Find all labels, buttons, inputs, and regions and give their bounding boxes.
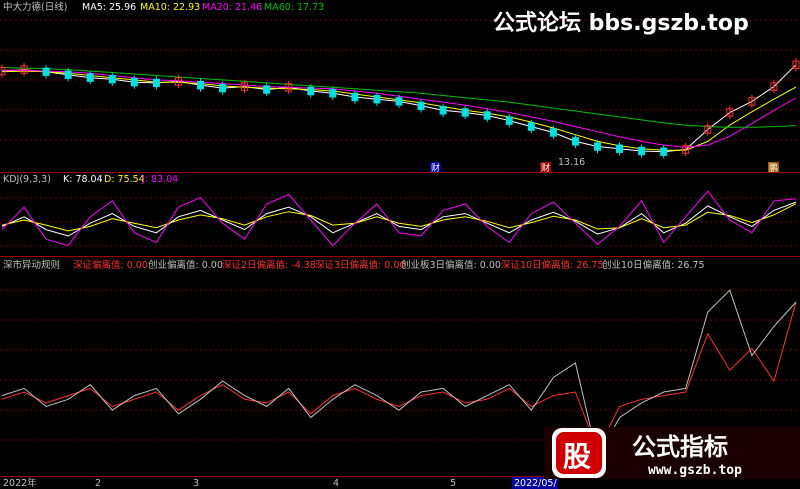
- x-tick-label: 2: [95, 478, 101, 489]
- abnormal-item: 深证3日偏离值: 0.00: [315, 259, 405, 271]
- abnormal-item: 深证2日偏离值: -4.38: [222, 259, 316, 271]
- x-tick-label: 4: [333, 478, 339, 489]
- stock-title: 中大力德(日线): [3, 1, 67, 13]
- candle-body: [219, 83, 227, 93]
- kdj-k-line: [1, 201, 797, 237]
- abnormal-item: 创业偏离值: 0.00: [148, 259, 223, 271]
- candle-body: [395, 97, 403, 106]
- x-tick-label: 5: [450, 478, 456, 489]
- price-ma20-line: [2, 69, 797, 148]
- candle-body: [329, 89, 337, 98]
- watermark-top: 公式论坛 bbs.gszb.top: [493, 10, 749, 36]
- candle-body: [461, 108, 469, 117]
- cursor-date-label: 2022/05/: [514, 478, 557, 489]
- candle-body: [307, 86, 315, 96]
- x-tick-label: 3: [193, 478, 199, 489]
- kdj-j-label: J: 83.04: [141, 174, 178, 185]
- candle-body: [616, 144, 624, 153]
- candle-body: [130, 77, 138, 87]
- candle-body: [483, 111, 491, 120]
- candle-body: [549, 128, 557, 137]
- watermark-badge-text: 股: [563, 440, 591, 473]
- price-ma5-line: [1, 64, 797, 153]
- ma5-label: MA5: 25.96: [82, 2, 136, 13]
- ma10-label: MA10: 22.93: [140, 2, 200, 13]
- abnormal-title: 深市异动规则: [3, 259, 60, 271]
- watermark-bottom-title: 公式指标: [632, 433, 728, 461]
- candle-body: [439, 106, 447, 115]
- candle-body: [594, 142, 601, 151]
- candle-body: [417, 101, 425, 111]
- x-tick-label: 2022年: [3, 477, 37, 489]
- candle-body: [638, 146, 646, 156]
- price-ma10-line: [1, 70, 797, 151]
- stock-chart: 中大力德(日线) MA5: 25.96 MA10: 22.93 MA20: 21…: [0, 1, 800, 489]
- kdj-title: KDJ(9,3,3): [3, 174, 51, 185]
- abnormal-item: 深证偏离值: 0.00: [73, 259, 148, 271]
- event-marker: 财: [431, 162, 440, 174]
- candle-body: [197, 80, 204, 90]
- abnormal-item: 创业10日偏离值: 26.75: [602, 259, 705, 271]
- kdj-k-label: K: 78.04: [63, 174, 103, 185]
- watermark-bottom: 股 公式指标 www.gszb.top: [544, 427, 800, 479]
- ma60-label: MA60: 17.73: [264, 2, 324, 13]
- candle-body: [152, 78, 160, 88]
- candle-body: [86, 73, 94, 82]
- kdj-d-label: D: 75.54: [104, 174, 145, 185]
- candle-body: [42, 67, 50, 76]
- candle-body: [263, 85, 271, 94]
- event-marker: 财: [541, 162, 550, 174]
- candle-body: [505, 116, 513, 125]
- candle-body: [64, 70, 72, 79]
- watermark-bottom-url: www.gszb.top: [648, 463, 742, 478]
- low-price-label: 13.16: [558, 157, 585, 168]
- candle-body: [571, 137, 579, 146]
- event-marker: 鹏: [769, 162, 778, 174]
- candle-body: [527, 122, 535, 131]
- grid-lines: [0, 19, 800, 441]
- candle-body: [351, 92, 359, 102]
- abnormal-item: 创业板3日偏离值: 0.00: [401, 259, 501, 271]
- abnormal-item: 深证10日偏离值: 26.75: [501, 259, 604, 271]
- candle-body: [660, 147, 668, 156]
- candle-body: [108, 75, 116, 84]
- ma20-label: MA20: 21.46: [202, 2, 262, 13]
- x-axis: 2022年 2 3 4 5 2022/05/: [3, 477, 558, 489]
- candle-body: [373, 94, 381, 104]
